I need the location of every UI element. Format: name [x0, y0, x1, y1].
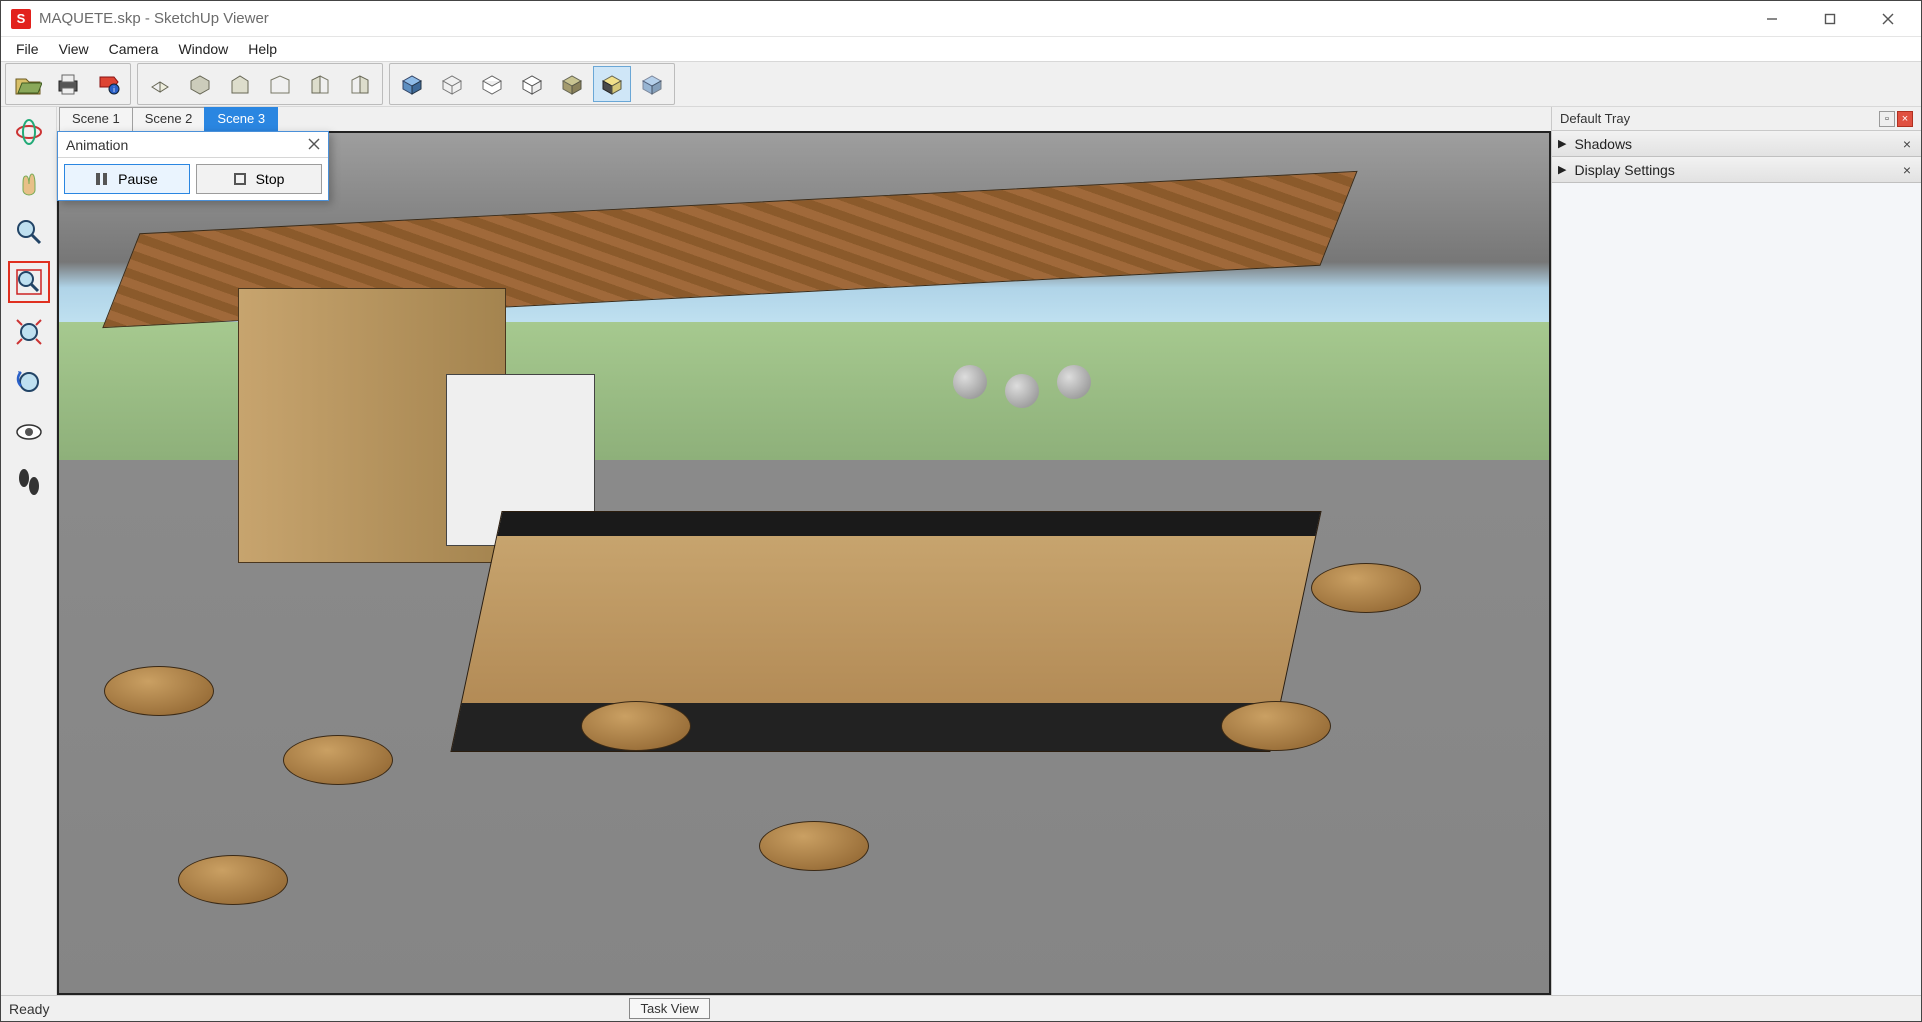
window-titlebar: S MAQUETE.skp - SketchUp Viewer [1, 1, 1921, 37]
animation-stop-button[interactable]: Stop [196, 164, 322, 194]
tray-panel-display-settings[interactable]: ▶ Display Settings × [1552, 157, 1921, 183]
toolbar-group-styles [389, 63, 675, 105]
menu-help[interactable]: Help [239, 39, 286, 59]
statusbar: Ready Task View [1, 995, 1921, 1021]
view-front-button[interactable] [221, 66, 259, 102]
zoom-window-tool[interactable] [8, 261, 50, 303]
view-left-button[interactable] [301, 66, 339, 102]
style-xray-button[interactable] [633, 66, 671, 102]
work-area: Scene 1 Scene 2 Scene 3 Animation [1, 107, 1921, 995]
window-minimize-button[interactable] [1743, 1, 1801, 37]
center-column: Scene 1 Scene 2 Scene 3 Animation [57, 107, 1551, 995]
tray-panel-shadows[interactable]: ▶ Shadows × [1552, 131, 1921, 157]
scene-geometry [759, 821, 869, 871]
scene-geometry [581, 701, 691, 751]
tray-panel-close-icon[interactable]: × [1899, 162, 1915, 178]
status-text: Ready [9, 1001, 49, 1017]
scene-geometry [1005, 374, 1039, 408]
scene-tab-1[interactable]: Scene 1 [59, 107, 133, 131]
main-toolbar: i [1, 61, 1921, 107]
tray-header[interactable]: Default Tray ▫ × [1552, 107, 1921, 131]
tray-panel-label: Display Settings [1574, 162, 1674, 178]
scene-geometry [283, 735, 393, 785]
expand-arrow-icon: ▶ [1558, 137, 1566, 150]
tray-panel-close-icon[interactable]: × [1899, 136, 1915, 152]
walk-tool[interactable] [8, 461, 50, 503]
scene-geometry [178, 855, 288, 905]
tray-close-button[interactable]: × [1897, 111, 1913, 127]
window-close-button[interactable] [1859, 1, 1917, 37]
window-title: MAQUETE.skp - SketchUp Viewer [39, 10, 269, 27]
toolbar-model-info-button[interactable]: i [89, 66, 127, 102]
scene-geometry [1221, 701, 1331, 751]
view-top-button[interactable] [181, 66, 219, 102]
style-shaded-textures-button[interactable] [553, 66, 591, 102]
pause-label: Pause [118, 171, 158, 187]
style-shaded-colored-button[interactable] [593, 66, 631, 102]
style-monochrome-button[interactable] [513, 66, 551, 102]
style-wireframe-button[interactable] [433, 66, 471, 102]
pause-icon [96, 173, 108, 185]
style-shaded-button[interactable] [393, 66, 431, 102]
zoom-tool[interactable] [8, 211, 50, 253]
scene-tabs: Scene 1 Scene 2 Scene 3 [57, 107, 1551, 131]
toolbar-group-file: i [5, 63, 131, 105]
app-icon: S [11, 9, 31, 29]
model-viewport[interactable] [57, 131, 1551, 995]
toolbar-print-button[interactable] [49, 66, 87, 102]
stop-label: Stop [256, 171, 285, 187]
tray-title: Default Tray [1560, 111, 1630, 126]
style-hidden-line-button[interactable] [473, 66, 511, 102]
look-around-tool[interactable] [8, 411, 50, 453]
animation-dialog-titlebar[interactable]: Animation [58, 132, 328, 158]
menu-view[interactable]: View [50, 39, 98, 59]
toolbar-open-button[interactable] [9, 66, 47, 102]
scene-tab-3[interactable]: Scene 3 [204, 107, 278, 131]
animation-dialog-body: Pause Stop [58, 158, 328, 200]
window-maximize-button[interactable] [1801, 1, 1859, 37]
camera-toolbar [1, 107, 57, 995]
scene-geometry [1311, 563, 1421, 613]
tray-panel-label: Shadows [1574, 136, 1632, 152]
tray-pin-button[interactable]: ▫ [1879, 111, 1895, 127]
animation-dialog-title: Animation [66, 137, 128, 153]
view-right-button[interactable] [341, 66, 379, 102]
scene-geometry [104, 666, 214, 716]
stop-icon [234, 173, 246, 185]
view-back-button[interactable] [261, 66, 299, 102]
scene-geometry [953, 365, 987, 399]
orbit-tool[interactable] [8, 111, 50, 153]
view-iso-button[interactable] [141, 66, 179, 102]
animation-dialog[interactable]: Animation Pause Stop [57, 131, 329, 201]
default-tray: Default Tray ▫ × ▶ Shadows × ▶ Display S… [1551, 107, 1921, 995]
pan-tool[interactable] [8, 161, 50, 203]
animation-pause-button[interactable]: Pause [64, 164, 190, 194]
task-view-button[interactable]: Task View [629, 998, 709, 1019]
scene-tab-2[interactable]: Scene 2 [132, 107, 206, 131]
animation-dialog-close-icon[interactable] [308, 137, 320, 153]
menu-file[interactable]: File [7, 39, 48, 59]
scene-geometry [451, 511, 1322, 752]
expand-arrow-icon: ▶ [1558, 163, 1566, 176]
menu-camera[interactable]: Camera [100, 39, 168, 59]
scene-geometry [1057, 365, 1091, 399]
zoom-extents-tool[interactable] [8, 311, 50, 353]
toolbar-group-views [137, 63, 383, 105]
menubar: File View Camera Window Help [1, 37, 1921, 61]
previous-view-tool[interactable] [8, 361, 50, 403]
menu-window[interactable]: Window [169, 39, 237, 59]
